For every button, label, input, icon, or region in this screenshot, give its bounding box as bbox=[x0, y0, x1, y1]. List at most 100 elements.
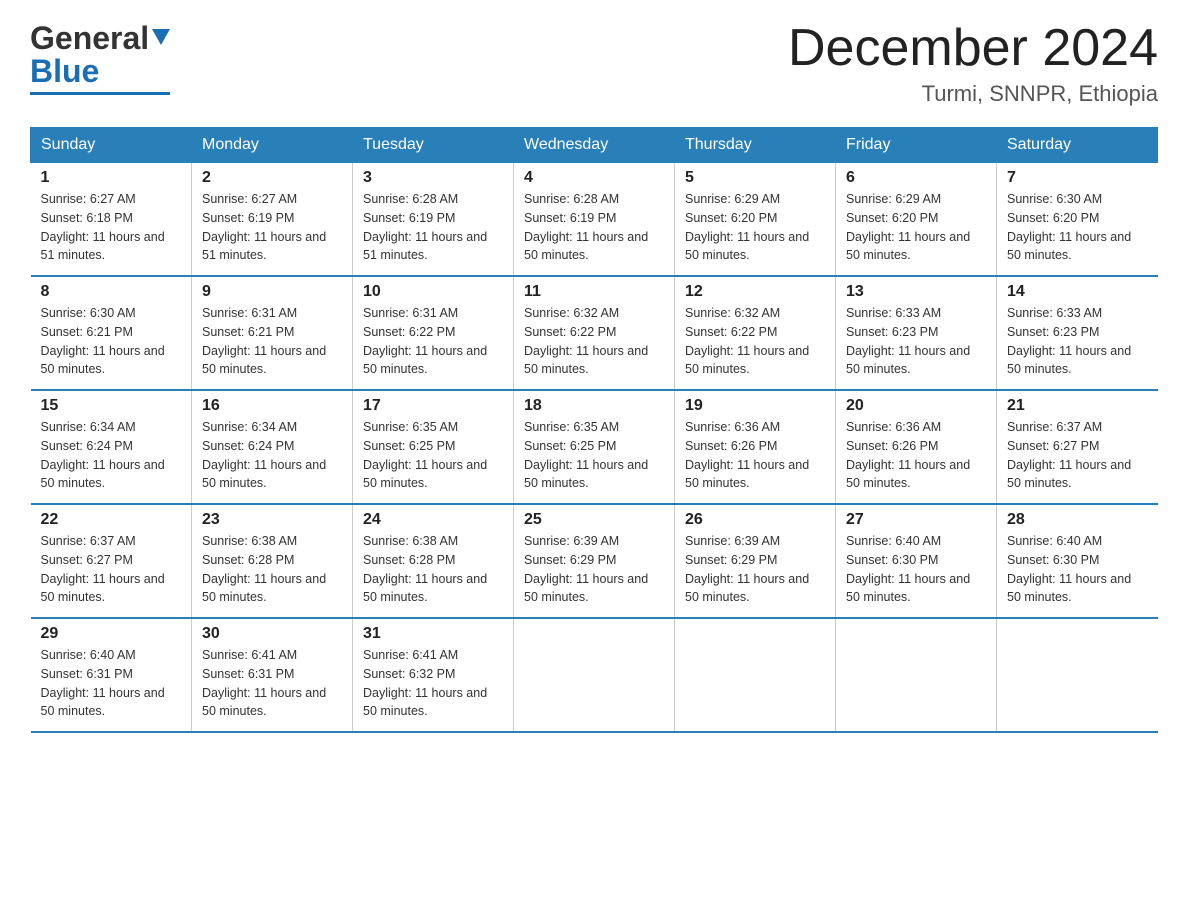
day-info: Sunrise: 6:40 AMSunset: 6:30 PMDaylight:… bbox=[846, 532, 986, 607]
col-sunday: Sunday bbox=[31, 128, 192, 163]
table-row: 4Sunrise: 6:28 AMSunset: 6:19 PMDaylight… bbox=[514, 163, 675, 277]
day-info: Sunrise: 6:33 AMSunset: 6:23 PMDaylight:… bbox=[1007, 304, 1148, 379]
table-row: 25Sunrise: 6:39 AMSunset: 6:29 PMDayligh… bbox=[514, 504, 675, 618]
logo-blue-text: Blue bbox=[30, 53, 99, 90]
day-number: 20 bbox=[846, 397, 986, 415]
day-info: Sunrise: 6:27 AMSunset: 6:19 PMDaylight:… bbox=[202, 190, 342, 265]
day-number: 29 bbox=[41, 625, 182, 643]
table-row: 11 Sunrise: 6:32 AMSunset: 6:22 PMDayligh… bbox=[514, 276, 675, 390]
day-info: Sunrise: 6:38 AMSunset: 6:28 PMDaylight:… bbox=[202, 532, 342, 607]
calendar-week-row: 15Sunrise: 6:34 AMSunset: 6:24 PMDayligh… bbox=[31, 390, 1158, 504]
calendar-week-row: 8Sunrise: 6:30 AMSunset: 6:21 PMDaylight… bbox=[31, 276, 1158, 390]
day-number: 4 bbox=[524, 169, 664, 187]
day-info: Sunrise: 6:35 AMSunset: 6:25 PMDaylight:… bbox=[363, 418, 503, 493]
day-info: Sunrise: 6:29 AMSunset: 6:20 PMDaylight:… bbox=[685, 190, 825, 265]
calendar-header-row: Sunday Monday Tuesday Wednesday Thursday… bbox=[31, 128, 1158, 163]
calendar-week-row: 1Sunrise: 6:27 AMSunset: 6:18 PMDaylight… bbox=[31, 163, 1158, 277]
day-number: 28 bbox=[1007, 511, 1148, 529]
table-row: 20 Sunrise: 6:36 AMSunset: 6:26 PMDayligh… bbox=[836, 390, 997, 504]
day-info: Sunrise: 6:36 AMSunset: 6:26 PMDaylight:… bbox=[846, 418, 986, 493]
day-number: 30 bbox=[202, 625, 342, 643]
col-monday: Monday bbox=[192, 128, 353, 163]
table-row: 31 Sunrise: 6:41 AMSunset: 6:32 PMDayligh… bbox=[353, 618, 514, 732]
table-row: 16Sunrise: 6:34 AMSunset: 6:24 PMDayligh… bbox=[192, 390, 353, 504]
table-row bbox=[997, 618, 1158, 732]
day-info: Sunrise: 6:41 AMSunset: 6:32 PMDaylight:… bbox=[363, 646, 503, 721]
day-info: Sunrise: 6:35 AMSunset: 6:25 PMDaylight:… bbox=[524, 418, 664, 493]
day-info: Sunrise: 6:39 AMSunset: 6:29 PMDaylight:… bbox=[685, 532, 825, 607]
logo-triangle-icon bbox=[152, 29, 170, 52]
table-row: 2Sunrise: 6:27 AMSunset: 6:19 PMDaylight… bbox=[192, 163, 353, 277]
day-number: 14 bbox=[1007, 283, 1148, 301]
table-row: 22 Sunrise: 6:37 AMSunset: 6:27 PMDayligh… bbox=[31, 504, 192, 618]
table-row: 7 Sunrise: 6:30 AMSunset: 6:20 PMDaylight… bbox=[997, 163, 1158, 277]
calendar-table: Sunday Monday Tuesday Wednesday Thursday… bbox=[30, 127, 1158, 733]
day-number: 13 bbox=[846, 283, 986, 301]
table-row: 5Sunrise: 6:29 AMSunset: 6:20 PMDaylight… bbox=[675, 163, 836, 277]
table-row: 1Sunrise: 6:27 AMSunset: 6:18 PMDaylight… bbox=[31, 163, 192, 277]
day-number: 26 bbox=[685, 511, 825, 529]
day-number: 31 bbox=[363, 625, 503, 643]
day-info: Sunrise: 6:37 AMSunset: 6:27 PMDaylight:… bbox=[1007, 418, 1148, 493]
col-friday: Friday bbox=[836, 128, 997, 163]
day-number: 12 bbox=[685, 283, 825, 301]
table-row: 18Sunrise: 6:35 AMSunset: 6:25 PMDayligh… bbox=[514, 390, 675, 504]
table-row: 19 Sunrise: 6:36 AMSunset: 6:26 PMDayligh… bbox=[675, 390, 836, 504]
day-info: Sunrise: 6:36 AMSunset: 6:26 PMDaylight:… bbox=[685, 418, 825, 493]
table-row: 23 Sunrise: 6:38 AMSunset: 6:28 PMDayligh… bbox=[192, 504, 353, 618]
day-number: 16 bbox=[202, 397, 342, 415]
calendar-week-row: 22 Sunrise: 6:37 AMSunset: 6:27 PMDayligh… bbox=[31, 504, 1158, 618]
day-number: 10 bbox=[363, 283, 503, 301]
table-row: 28 Sunrise: 6:40 AMSunset: 6:30 PMDayligh… bbox=[997, 504, 1158, 618]
day-info: Sunrise: 6:41 AMSunset: 6:31 PMDaylight:… bbox=[202, 646, 342, 721]
day-info: Sunrise: 6:33 AMSunset: 6:23 PMDaylight:… bbox=[846, 304, 986, 379]
table-row: 12 Sunrise: 6:32 AMSunset: 6:22 PMDayligh… bbox=[675, 276, 836, 390]
logo: General Blue bbox=[30, 20, 170, 95]
day-number: 7 bbox=[1007, 169, 1148, 187]
table-row: 10 Sunrise: 6:31 AMSunset: 6:22 PMDayligh… bbox=[353, 276, 514, 390]
day-info: Sunrise: 6:30 AMSunset: 6:20 PMDaylight:… bbox=[1007, 190, 1148, 265]
table-row: 14 Sunrise: 6:33 AMSunset: 6:23 PMDayligh… bbox=[997, 276, 1158, 390]
day-number: 23 bbox=[202, 511, 342, 529]
logo-general-text: General bbox=[30, 20, 149, 57]
day-info: Sunrise: 6:31 AMSunset: 6:22 PMDaylight:… bbox=[363, 304, 503, 379]
table-row: 13 Sunrise: 6:33 AMSunset: 6:23 PMDayligh… bbox=[836, 276, 997, 390]
day-info: Sunrise: 6:37 AMSunset: 6:27 PMDaylight:… bbox=[41, 532, 182, 607]
day-info: Sunrise: 6:32 AMSunset: 6:22 PMDaylight:… bbox=[685, 304, 825, 379]
col-wednesday: Wednesday bbox=[514, 128, 675, 163]
day-info: Sunrise: 6:40 AMSunset: 6:31 PMDaylight:… bbox=[41, 646, 182, 721]
day-number: 24 bbox=[363, 511, 503, 529]
col-tuesday: Tuesday bbox=[353, 128, 514, 163]
day-info: Sunrise: 6:40 AMSunset: 6:30 PMDaylight:… bbox=[1007, 532, 1148, 607]
calendar-week-row: 29 Sunrise: 6:40 AMSunset: 6:31 PMDayligh… bbox=[31, 618, 1158, 732]
table-row: 21 Sunrise: 6:37 AMSunset: 6:27 PMDayligh… bbox=[997, 390, 1158, 504]
day-number: 22 bbox=[41, 511, 182, 529]
month-year-title: December 2024 bbox=[788, 20, 1158, 77]
table-row: 29 Sunrise: 6:40 AMSunset: 6:31 PMDayligh… bbox=[31, 618, 192, 732]
table-row: 15Sunrise: 6:34 AMSunset: 6:24 PMDayligh… bbox=[31, 390, 192, 504]
day-number: 15 bbox=[41, 397, 182, 415]
day-info: Sunrise: 6:28 AMSunset: 6:19 PMDaylight:… bbox=[363, 190, 503, 265]
table-row: 27Sunrise: 6:40 AMSunset: 6:30 PMDayligh… bbox=[836, 504, 997, 618]
page-header: General Blue December 2024 Turmi, SNNPR,… bbox=[30, 20, 1158, 107]
col-saturday: Saturday bbox=[997, 128, 1158, 163]
day-info: Sunrise: 6:32 AMSunset: 6:22 PMDaylight:… bbox=[524, 304, 664, 379]
table-row: 6Sunrise: 6:29 AMSunset: 6:20 PMDaylight… bbox=[836, 163, 997, 277]
day-number: 19 bbox=[685, 397, 825, 415]
table-row bbox=[675, 618, 836, 732]
day-number: 21 bbox=[1007, 397, 1148, 415]
day-number: 17 bbox=[363, 397, 503, 415]
logo-underline bbox=[30, 92, 170, 95]
day-info: Sunrise: 6:27 AMSunset: 6:18 PMDaylight:… bbox=[41, 190, 182, 265]
location-subtitle: Turmi, SNNPR, Ethiopia bbox=[788, 81, 1158, 107]
day-number: 25 bbox=[524, 511, 664, 529]
day-info: Sunrise: 6:38 AMSunset: 6:28 PMDaylight:… bbox=[363, 532, 503, 607]
table-row: 17 Sunrise: 6:35 AMSunset: 6:25 PMDayligh… bbox=[353, 390, 514, 504]
table-row bbox=[836, 618, 997, 732]
day-number: 3 bbox=[363, 169, 503, 187]
table-row bbox=[514, 618, 675, 732]
day-number: 11 bbox=[524, 283, 664, 301]
table-row: 3 Sunrise: 6:28 AMSunset: 6:19 PMDaylight… bbox=[353, 163, 514, 277]
col-thursday: Thursday bbox=[675, 128, 836, 163]
day-number: 9 bbox=[202, 283, 342, 301]
